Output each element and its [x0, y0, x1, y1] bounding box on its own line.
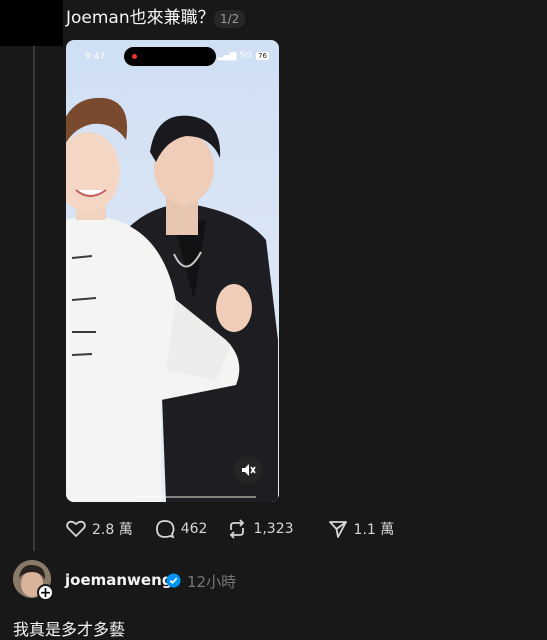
- comment-count: 462: [180, 521, 208, 537]
- like-count: 2.8 萬: [92, 522, 133, 538]
- top-corner-block: [0, 0, 63, 46]
- post-media-image[interactable]: 9:47 ▂▄▆ 5G 76: [66, 40, 279, 502]
- post-action-bar: 2.8 萬 462 1,323 1.1 萬: [66, 519, 394, 539]
- photo-two-men: [66, 97, 278, 502]
- reply-text: 我真是多才多藝: [13, 620, 126, 639]
- media-page-indicator: 1/2: [214, 10, 246, 28]
- comment-icon: [155, 520, 175, 539]
- repost-button[interactable]: 1,323: [227, 519, 294, 539]
- face-left: [66, 132, 120, 212]
- video-progress-bar[interactable]: [136, 496, 256, 498]
- share-count: 1.1 萬: [353, 522, 395, 538]
- post-caption: Joeman也來兼職？: [66, 8, 215, 28]
- mute-toggle-button[interactable]: [234, 456, 262, 484]
- repost-icon: [230, 519, 245, 539]
- thread-connector-line: [33, 46, 35, 551]
- share-button[interactable]: 1.1 萬: [328, 519, 395, 539]
- hand: [216, 284, 252, 332]
- reply-timestamp: 12小時: [187, 573, 237, 591]
- comment-button[interactable]: 462: [155, 519, 208, 539]
- reply-username[interactable]: joemanweng: [65, 571, 173, 589]
- verified-icon: [166, 573, 181, 588]
- share-icon: [328, 521, 347, 538]
- repost-count: 1,323: [253, 521, 294, 537]
- mute-icon: [242, 464, 256, 476]
- follow-plus-icon[interactable]: +: [37, 584, 54, 601]
- like-button[interactable]: 2.8 萬: [66, 519, 133, 539]
- heart-icon: [66, 520, 86, 538]
